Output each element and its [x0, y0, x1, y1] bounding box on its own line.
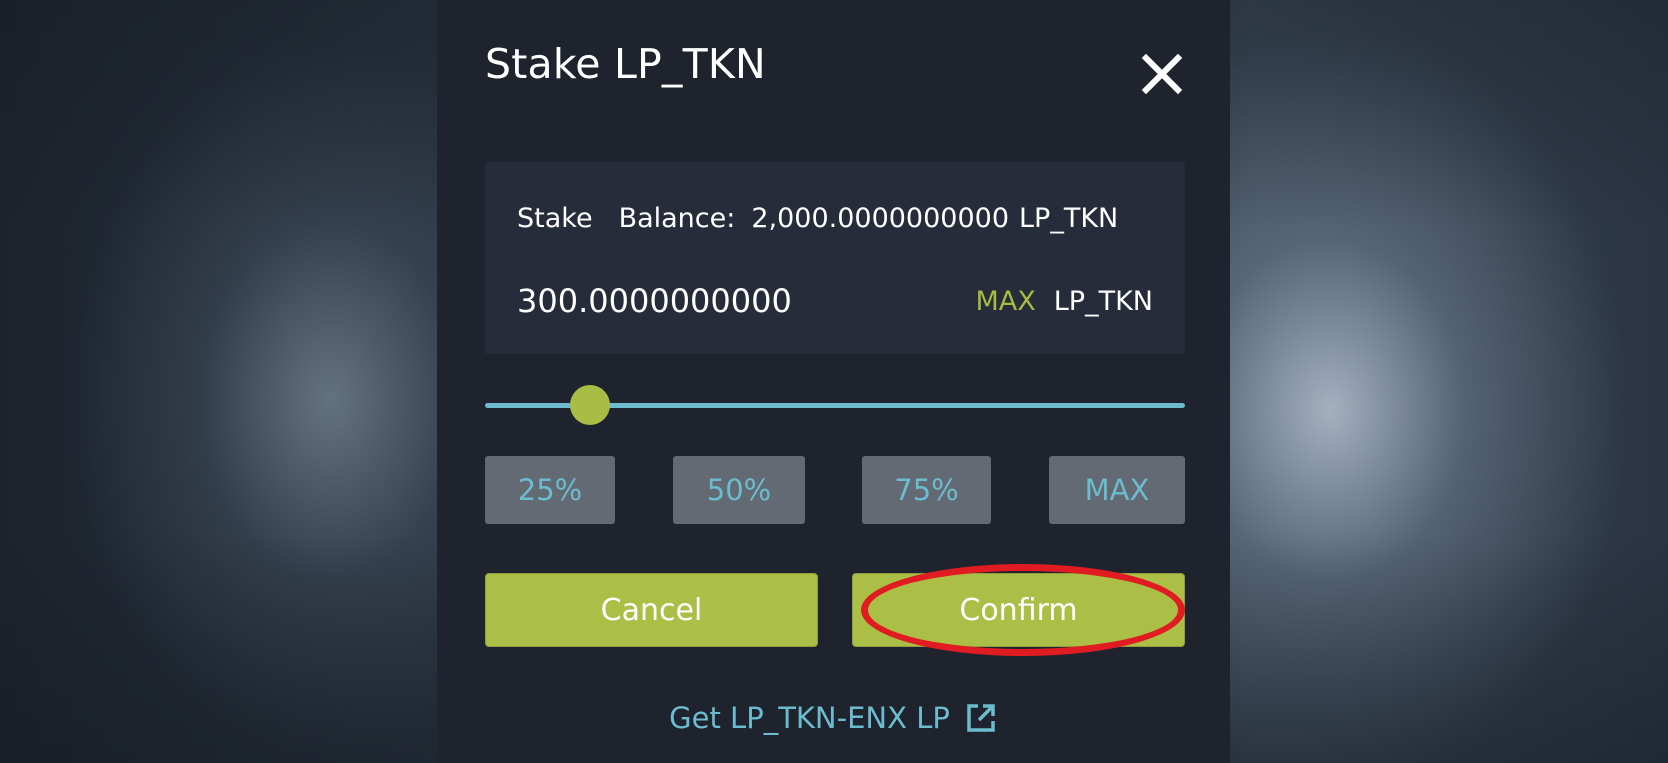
- amount-row: MAX LP_TKN: [517, 277, 1153, 325]
- balance-value: 2,000.0000000000: [751, 202, 1010, 234]
- balance-label: Balance:: [618, 202, 736, 234]
- confirm-button[interactable]: Confirm: [852, 573, 1185, 647]
- stake-amount-slider[interactable]: [485, 384, 1185, 426]
- external-link-icon: [964, 701, 998, 735]
- amount-token-label: LP_TKN: [1053, 285, 1153, 317]
- stake-label: Stake: [517, 202, 593, 234]
- percent-max-button[interactable]: MAX: [1049, 456, 1185, 524]
- percent-50-button[interactable]: 50%: [673, 456, 805, 524]
- balance-row: Stake Balance: 2,000.0000000000 LP_TKN: [517, 198, 1153, 238]
- close-button[interactable]: [1140, 52, 1184, 96]
- slider-thumb[interactable]: [570, 385, 610, 425]
- get-lp-link[interactable]: Get LP_TKN-ENX LP: [437, 696, 1230, 740]
- modal-title: Stake LP_TKN: [485, 40, 766, 88]
- stake-modal: Stake LP_TKN Stake Balance: 2,000.000000…: [437, 0, 1230, 763]
- stake-panel: Stake Balance: 2,000.0000000000 LP_TKN M…: [485, 162, 1185, 354]
- close-icon: [1141, 53, 1183, 95]
- cancel-button[interactable]: Cancel: [485, 573, 818, 647]
- percent-25-button[interactable]: 25%: [485, 456, 615, 524]
- percent-75-button[interactable]: 75%: [862, 456, 991, 524]
- get-lp-link-label: Get LP_TKN-ENX LP: [669, 701, 950, 735]
- max-amount-link[interactable]: MAX: [976, 286, 1036, 317]
- balance-token: LP_TKN: [1019, 202, 1119, 234]
- stake-amount-input[interactable]: [517, 277, 976, 325]
